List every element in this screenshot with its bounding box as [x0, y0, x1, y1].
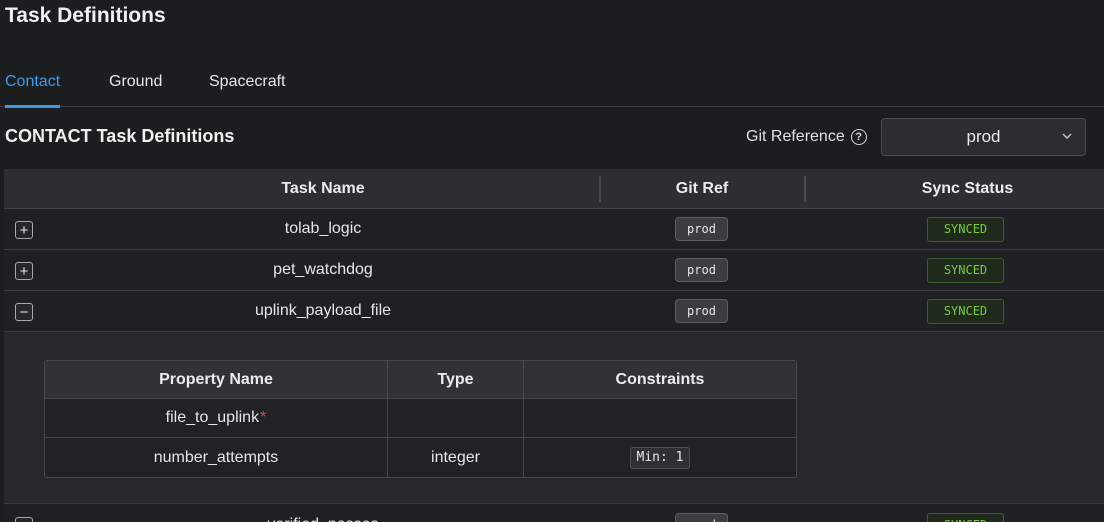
column-header-constraints: Constraints — [615, 370, 705, 388]
property-row: file_to_uplink * — [45, 399, 796, 438]
property-name-cell: file_to_uplink * — [45, 399, 387, 437]
column-header-property-name: Property Name — [159, 370, 273, 388]
git-reference-label: Git Reference ? — [746, 128, 867, 146]
property-name: number_attempts — [153, 448, 279, 466]
sync-status-badge: SYNCED — [927, 217, 1004, 242]
sync-status-badge: SYNCED — [927, 258, 1004, 283]
git-reference-select-value: prod — [966, 127, 1001, 146]
property-name: file_to_uplink — [165, 409, 260, 426]
sync-status-badge: SYNCED — [927, 513, 1004, 522]
tab-spacecraft[interactable]: Spacecraft — [209, 62, 285, 107]
expanded-row-details: Property Name Type Constraints file_to_u… — [4, 332, 1104, 504]
task-name: uplink_payload_file — [254, 302, 392, 319]
task-definitions-page: Task Definitions Contact Ground Spacecra… — [0, 0, 1104, 522]
required-marker: * — [260, 409, 267, 426]
git-ref-badge: prod — [675, 513, 728, 522]
sync-status-badge: SYNCED — [927, 299, 1004, 324]
task-definitions-table: Task Name Git Ref Sync Status + tolab_lo… — [4, 169, 1104, 522]
git-ref-badge: prod — [675, 258, 728, 282]
tab-bar: Contact Ground Spacecraft — [0, 62, 1104, 108]
column-header-sync-status[interactable]: Sync Status — [805, 169, 1104, 209]
tab-ground[interactable]: Ground — [109, 62, 162, 107]
page-title: Task Definitions — [5, 4, 166, 27]
task-name: pet_watchdog — [273, 261, 373, 278]
table-row[interactable]: + verified_passes prod SYNCED — [4, 505, 1104, 522]
property-table-header: Property Name Type Constraints — [45, 361, 796, 399]
git-ref-badge: prod — [675, 217, 728, 241]
help-icon[interactable]: ? — [850, 129, 867, 145]
section-title: CONTACT Task Definitions — [5, 126, 235, 146]
task-name: verified_passes — [4, 505, 642, 522]
property-row: number_attempts integer Min: 1 — [45, 438, 796, 477]
constraint-chip: Min: 1 — [629, 446, 691, 469]
property-name-cell: number_attempts — [45, 438, 387, 477]
table-row[interactable]: + tolab_logic prod SYNCED — [4, 209, 1104, 250]
column-header-task-name[interactable]: Task Name — [4, 169, 642, 209]
tab-contact[interactable]: Contact — [5, 62, 61, 108]
git-reference-label-text: Git Reference — [746, 128, 845, 145]
git-reference-select[interactable]: prod — [881, 118, 1086, 156]
column-header-type: Type — [437, 370, 474, 388]
column-header-git-ref[interactable]: Git Ref — [600, 169, 804, 209]
property-type: integer — [431, 448, 480, 466]
git-ref-badge: prod — [675, 299, 728, 323]
table-row[interactable]: − uplink_payload_file prod SYNCED — [4, 291, 1104, 332]
property-table: Property Name Type Constraints file_to_u… — [44, 360, 797, 478]
property-type — [388, 399, 523, 437]
chevron-down-icon — [1062, 133, 1072, 139]
property-constraints-cell: Min: 1 — [524, 438, 796, 477]
task-name: tolab_logic — [284, 220, 362, 237]
table-header: Task Name Git Ref Sync Status — [4, 169, 1104, 209]
property-constraints — [524, 399, 796, 437]
table-row[interactable]: + pet_watchdog prod SYNCED — [4, 250, 1104, 291]
